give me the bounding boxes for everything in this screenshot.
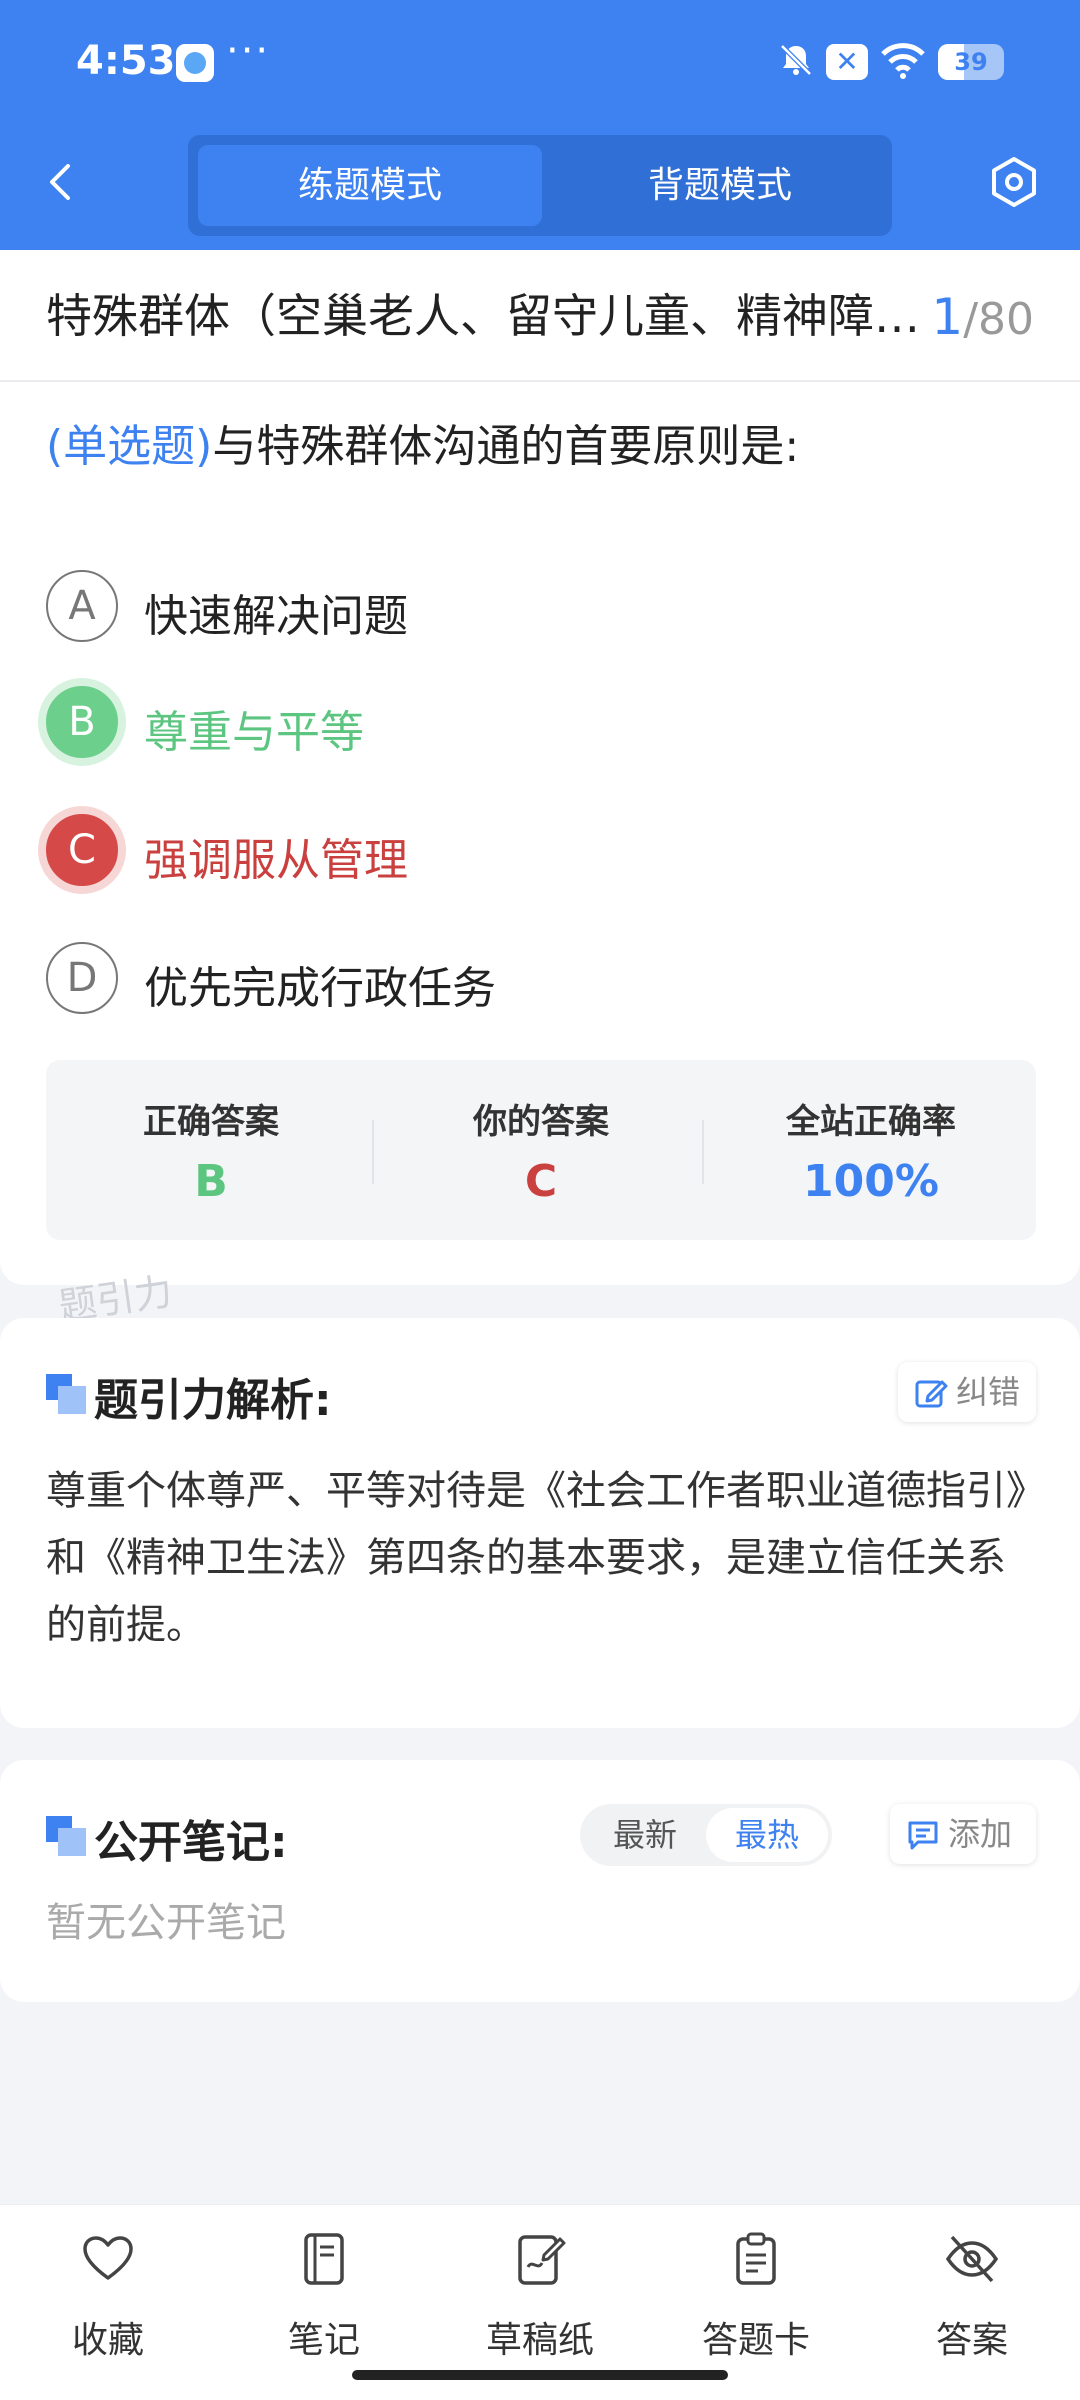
nav-answer[interactable]: 答案 — [882, 2231, 1062, 2361]
question-counter[interactable]: 1/80 — [931, 288, 1034, 346]
divider — [0, 380, 1080, 382]
correct-answer-label: 正确答案 — [143, 1102, 279, 1142]
question-card: 特殊群体（空巢老人、留守儿童、精神障碍患者）沟通 1/80 (单选题)与特殊群体… — [0, 250, 1080, 1285]
tab-memorize-mode[interactable]: 背题模式 — [548, 145, 892, 226]
app-notification-icon — [176, 44, 214, 82]
tab-practice-mode[interactable]: 练题模式 — [198, 145, 542, 226]
option-text: 优先完成行政任务 — [144, 963, 496, 1014]
notes-sort-switch: 最新 最热 — [580, 1804, 832, 1866]
add-note-button[interactable]: 添加 — [890, 1804, 1036, 1864]
sort-hottest[interactable]: 最热 — [706, 1808, 828, 1862]
current-question-number: 1 — [931, 288, 964, 346]
settings-hexagon-icon[interactable] — [988, 156, 1040, 208]
add-note-label: 添加 — [948, 1815, 1013, 1853]
option-letter: C — [46, 814, 118, 886]
option-letter: B — [46, 686, 118, 758]
eye-off-icon — [945, 2235, 999, 2283]
back-arrow-icon[interactable] — [40, 160, 84, 204]
top-header: 4:53 ··· ✕ 39 练题模式 背题模式 — [0, 0, 1080, 250]
battery-icon: 39 — [938, 44, 1004, 80]
answer-result-panel: 正确答案 B 你的答案 C 全站正确率 100% — [46, 1060, 1036, 1240]
mode-switch: 练题模式 背题模式 — [188, 135, 892, 236]
option-a[interactable]: A 快速解决问题 — [46, 570, 946, 646]
comment-icon — [908, 1821, 938, 1850]
status-bar: 4:53 ··· ✕ 39 — [0, 0, 1080, 125]
notes-title: 公开笔记: — [94, 1817, 288, 1868]
edit-icon — [915, 1380, 948, 1408]
question-text: (单选题)与特殊群体沟通的首要原则是: — [46, 410, 799, 474]
sort-newest[interactable]: 最新 — [584, 1808, 706, 1862]
divider — [372, 1120, 374, 1184]
nav-draft[interactable]: 草稿纸 — [450, 2231, 630, 2361]
your-answer-col: 你的答案 C — [376, 1060, 706, 1240]
option-b[interactable]: B 尊重与平等 — [46, 686, 946, 762]
correct-answer-col: 正确答案 B — [46, 1060, 376, 1240]
option-text: 尊重与平等 — [144, 707, 364, 758]
analysis-text: 尊重个体尊严、平等对待是《社会工作者职业道德指引》和《精神卫生法》第四条的基本要… — [46, 1468, 1026, 1648]
accuracy-col: 全站正确率 100% — [706, 1060, 1036, 1240]
analysis-card: 题引力解析: 纠错 尊重个体尊严、平等对待是《社会工作者职业道德指引》和《精神卫… — [0, 1318, 1080, 1728]
nav-label: 答案 — [935, 2320, 1008, 2361]
section-icon — [46, 1816, 86, 1856]
option-d[interactable]: D 优先完成行政任务 — [46, 942, 946, 1018]
question-stem: 与特殊群体沟通的首要原则是: — [212, 421, 800, 472]
public-notes-card: 公开笔记: 最新 最热 添加 暂无公开笔记 — [0, 1760, 1080, 2002]
correct-answer-value: B — [194, 1156, 228, 1207]
more-notifications-icon: ··· — [226, 28, 271, 74]
report-error-label: 纠错 — [956, 1373, 1021, 1411]
question-category-title: 特殊群体（空巢老人、留守儿童、精神障碍患者）沟通 — [46, 289, 926, 343]
nav-label: 收藏 — [71, 2320, 144, 2361]
your-answer-value: C — [524, 1156, 558, 1207]
bell-muted-icon — [780, 44, 812, 76]
divider — [702, 1120, 704, 1184]
notebook-icon — [304, 2233, 344, 2285]
status-time: 4:53 — [76, 38, 176, 84]
question-type: (单选题) — [46, 421, 213, 472]
total-questions: /80 — [963, 294, 1034, 345]
nav-favorite[interactable]: 收藏 — [18, 2231, 198, 2361]
heart-icon — [83, 2236, 133, 2280]
accuracy-label: 全站正确率 — [786, 1102, 956, 1142]
accuracy-value: 100% — [803, 1156, 939, 1207]
wifi-icon — [881, 43, 925, 79]
x-app-icon: ✕ — [826, 44, 868, 80]
option-text: 强调服从管理 — [144, 835, 408, 886]
nav-label: 笔记 — [287, 2320, 360, 2361]
home-indicator[interactable] — [352, 2370, 728, 2380]
option-letter: A — [46, 570, 118, 642]
your-answer-label: 你的答案 — [473, 1102, 609, 1142]
battery-level: 39 — [954, 48, 988, 76]
option-text: 快速解决问题 — [144, 591, 408, 642]
section-icon — [46, 1374, 86, 1414]
nav-label: 答题卡 — [701, 2320, 810, 2361]
notes-empty-text: 暂无公开笔记 — [46, 1900, 286, 1946]
nav-label: 草稿纸 — [485, 2320, 594, 2361]
option-letter: D — [46, 942, 118, 1014]
analysis-title: 题引力解析: — [94, 1375, 332, 1426]
answer-sheet-icon — [736, 2232, 776, 2285]
draft-icon — [518, 2235, 566, 2285]
option-c[interactable]: C 强调服从管理 — [46, 814, 946, 890]
nav-notes[interactable]: 笔记 — [234, 2231, 414, 2361]
report-error-button[interactable]: 纠错 — [898, 1362, 1036, 1422]
nav-answer-sheet[interactable]: 答题卡 — [666, 2231, 846, 2361]
